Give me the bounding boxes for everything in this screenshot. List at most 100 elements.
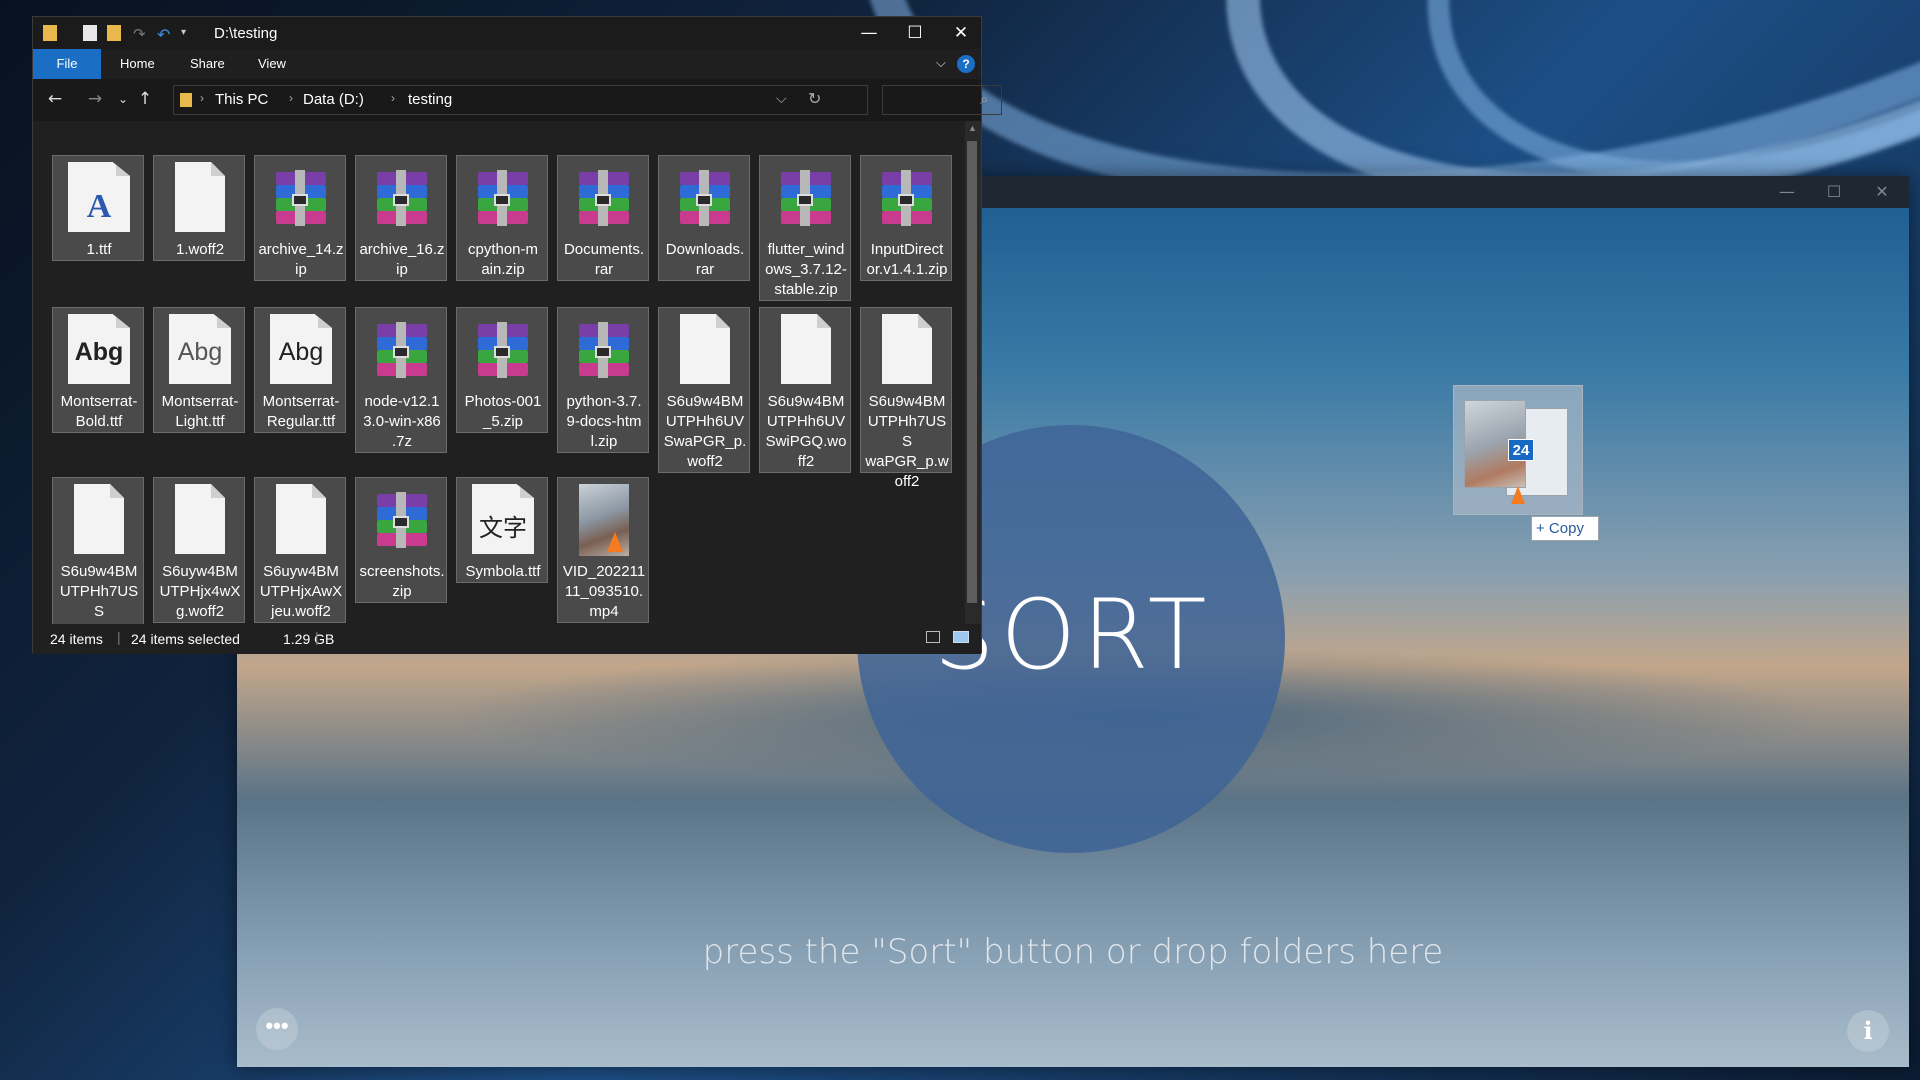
file-name-line: S6uyw4BM <box>162 563 238 580</box>
file-name: S6u9w4BM UTPHh6UV SwiPGQ.wo ff2 <box>762 392 850 472</box>
file-tile[interactable]: S6uyw4BM UTPHjx4wX g.woff2 <box>153 477 245 623</box>
winrar-archive-icon <box>777 162 835 232</box>
minimize-icon[interactable]: — <box>1767 180 1807 204</box>
file-name: InputDirect or.v1.4.1.zip <box>863 240 951 280</box>
file-name: Symbola.ttf <box>459 562 547 582</box>
breadcrumb-testing[interactable]: testing <box>408 91 452 108</box>
file-tile[interactable]: cpython-m ain.zip <box>456 155 548 281</box>
undo-icon[interactable]: ↶ <box>157 25 175 44</box>
scroll-up-icon[interactable]: ▲ <box>968 123 977 133</box>
file-name-line: ain.zip <box>481 261 525 278</box>
file-tile[interactable]: node-v12.1 3.0-win-x86 .7z <box>355 307 447 453</box>
new-folder-icon[interactable] <box>107 25 121 41</box>
font-abg-light-icon: Abg <box>169 314 231 384</box>
font-abg-regular-icon: Abg <box>270 314 332 384</box>
file-name-line: screenshots. <box>359 563 445 580</box>
file-name-line: UTPHh6UV <box>665 413 745 430</box>
maximize-icon[interactable]: ☐ <box>892 17 938 49</box>
tab-home[interactable]: Home <box>120 49 155 79</box>
file-tile[interactable]: S6u9w4BM UTPHh6UV SwiPGQ.wo ff2 <box>759 307 851 473</box>
status-divider: | <box>117 629 121 645</box>
explorer-titlebar[interactable]: ↷ ↶ ▾ D:\testing — ☐ ✕ <box>33 17 981 49</box>
file-name: screenshots. zip <box>358 562 446 602</box>
file-name-line: waPGR_p.w <box>865 453 949 470</box>
file-tile[interactable]: Photos-001 _5.zip <box>456 307 548 433</box>
file-name: node-v12.1 3.0-win-x86 .7z <box>358 392 446 452</box>
scrollbar-thumb[interactable] <box>967 141 977 603</box>
file-tile[interactable]: S6u9w4BM UTPHh7USS waPGR_p.w off2 <box>860 307 952 490</box>
back-icon[interactable]: ← <box>43 87 67 111</box>
file-tile[interactable]: python-3.7. 9-docs-htm l.zip <box>557 307 649 453</box>
winrar-archive-icon <box>272 162 330 232</box>
properties-icon[interactable] <box>83 25 97 41</box>
address-history-icon[interactable]: ⌵ <box>776 90 787 107</box>
file-tile[interactable]: archive_16.z ip <box>355 155 447 281</box>
search-input[interactable]: ⌕ <box>882 85 1002 115</box>
file-tile[interactable]: screenshots. zip <box>355 477 447 603</box>
tab-view[interactable]: View <box>258 49 286 79</box>
vlc-cone-icon <box>1511 486 1525 504</box>
file-name-line: woff2 <box>687 453 723 470</box>
large-icons-view-icon[interactable] <box>953 631 969 643</box>
blank-file-icon <box>171 162 229 232</box>
file-tile[interactable]: archive_14.z ip <box>254 155 346 281</box>
winrar-archive-icon <box>575 314 633 384</box>
tab-file[interactable]: File <box>33 49 101 79</box>
details-view-icon[interactable] <box>926 631 940 643</box>
file-name-line: g.woff2 <box>175 603 225 620</box>
recent-locations-icon[interactable]: ⌄ <box>111 87 135 111</box>
file-name-line: UTPHh7USS <box>867 413 947 450</box>
file-tile[interactable]: S6u9w4BM UTPHh6UV SwaPGR_p. woff2 <box>658 307 750 473</box>
info-button[interactable]: i <box>1847 1010 1889 1052</box>
file-tile[interactable]: 文字 Symbola.ttf <box>456 477 548 583</box>
breadcrumb-this-pc[interactable]: This PC <box>215 91 268 108</box>
search-icon: ⌕ <box>980 90 989 108</box>
file-name-line: _5.zip <box>482 413 524 430</box>
file-name-line: Downloads. <box>665 241 745 258</box>
file-name: Photos-001 _5.zip <box>459 392 547 432</box>
file-tile[interactable]: 1.woff2 <box>153 155 245 261</box>
address-bar[interactable]: › This PC › Data (D:) › testing ⌵ ↻ <box>173 85 868 115</box>
file-name: archive_16.z ip <box>358 240 446 280</box>
font-a-icon: A <box>68 162 130 232</box>
file-name: cpython-m ain.zip <box>459 240 547 280</box>
winrar-archive-icon <box>373 314 431 384</box>
file-name-line: S6u9w4BM <box>868 393 946 410</box>
customize-toolbar-icon[interactable]: ▾ <box>181 27 193 43</box>
refresh-icon[interactable]: ↻ <box>808 89 821 108</box>
file-name-line: Montserrat- <box>161 393 239 410</box>
file-tile[interactable]: A 1.ttf <box>52 155 144 261</box>
file-name: S6u9w4BM UTPHh7USS waPGR_p.w off2 <box>863 392 951 492</box>
file-tile[interactable]: Abg Montserrat- Light.ttf <box>153 307 245 433</box>
file-list-view[interactable]: A 1.ttf 1.woff2 archive_14.z ip archive_16.z i… <box>33 121 965 639</box>
file-tile[interactable]: Downloads. rar <box>658 155 750 281</box>
file-name-line: UTPHh7USS <box>59 583 139 620</box>
file-tile[interactable]: S6u9w4BMUTPHh7USSwiPGQ.woff2 <box>52 477 144 639</box>
file-tile[interactable]: InputDirect or.v1.4.1.zip <box>860 155 952 281</box>
close-icon[interactable]: ✕ <box>938 17 984 49</box>
file-explorer-window[interactable]: ↷ ↶ ▾ D:\testing — ☐ ✕ File Home Share V… <box>32 16 1002 654</box>
redo-icon[interactable]: ↷ <box>133 25 151 43</box>
close-icon[interactable]: ✕ <box>1862 180 1902 204</box>
file-tile[interactable]: Abg Montserrat- Regular.ttf <box>254 307 346 433</box>
tab-share[interactable]: Share <box>190 49 225 79</box>
expand-ribbon-icon[interactable]: ⌵ <box>936 55 946 71</box>
file-tile[interactable]: VID_202211 11_093510. mp4 <box>557 477 649 623</box>
file-tile[interactable]: Documents. rar <box>557 155 649 281</box>
file-name-line: zip <box>392 583 412 600</box>
file-name: S6uyw4BM UTPHjxAwX jeu.woff2 <box>257 562 345 622</box>
file-tile[interactable]: S6uyw4BM UTPHjxAwX jeu.woff2 <box>254 477 346 623</box>
breadcrumb-data-d[interactable]: Data (D:) <box>303 91 364 108</box>
file-name-line: jeu.woff2 <box>271 603 331 620</box>
forward-icon[interactable]: → <box>83 87 107 111</box>
help-icon[interactable]: ? <box>957 55 975 73</box>
file-name-line: archive_16.z <box>359 241 445 258</box>
file-tile[interactable]: Abg Montserrat- Bold.ttf <box>52 307 144 433</box>
winrar-archive-icon <box>373 484 431 554</box>
file-tile[interactable]: flutter_wind ows_3.7.12- stable.zip <box>759 155 851 301</box>
up-icon[interactable]: ↑ <box>133 87 157 111</box>
more-options-button[interactable]: ••• <box>256 1008 298 1050</box>
minimize-icon[interactable]: — <box>846 17 892 49</box>
maximize-icon[interactable]: ☐ <box>1814 180 1854 204</box>
file-name-line: l.zip <box>590 433 618 450</box>
